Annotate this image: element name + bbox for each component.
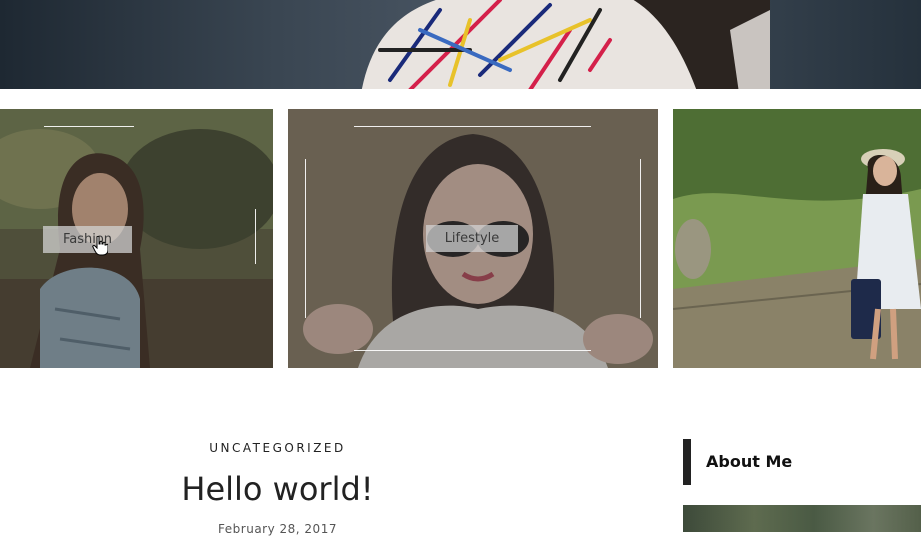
frame-bottom-line (354, 350, 591, 351)
post-category[interactable]: UNCATEGORIZED (180, 441, 375, 455)
frame-right-line (640, 159, 641, 318)
category-slide-fashion[interactable]: Fashion (0, 109, 273, 368)
frame-top-line (44, 126, 134, 127)
post-date[interactable]: February 28, 2017 (180, 522, 375, 536)
frame-top-line (354, 126, 591, 127)
widget-title-accent (683, 439, 691, 485)
frame-right-line (255, 209, 256, 264)
category-label-fashion[interactable]: Fashion (43, 226, 132, 253)
about-me-image (683, 505, 921, 532)
slide-overlay (0, 109, 273, 368)
hero-photo (361, 0, 770, 89)
category-slide-lifestyle[interactable]: Lifestyle (288, 109, 658, 368)
post-title[interactable]: Hello world! (150, 470, 405, 508)
hand-pointer-icon (92, 236, 108, 256)
travel-photo (673, 109, 921, 368)
widget-title-about-me: About Me (706, 452, 793, 471)
category-slide-travel[interactable] (673, 109, 921, 368)
frame-left-line (305, 159, 306, 318)
category-label-lifestyle[interactable]: Lifestyle (426, 225, 518, 252)
hero-image (0, 0, 921, 89)
